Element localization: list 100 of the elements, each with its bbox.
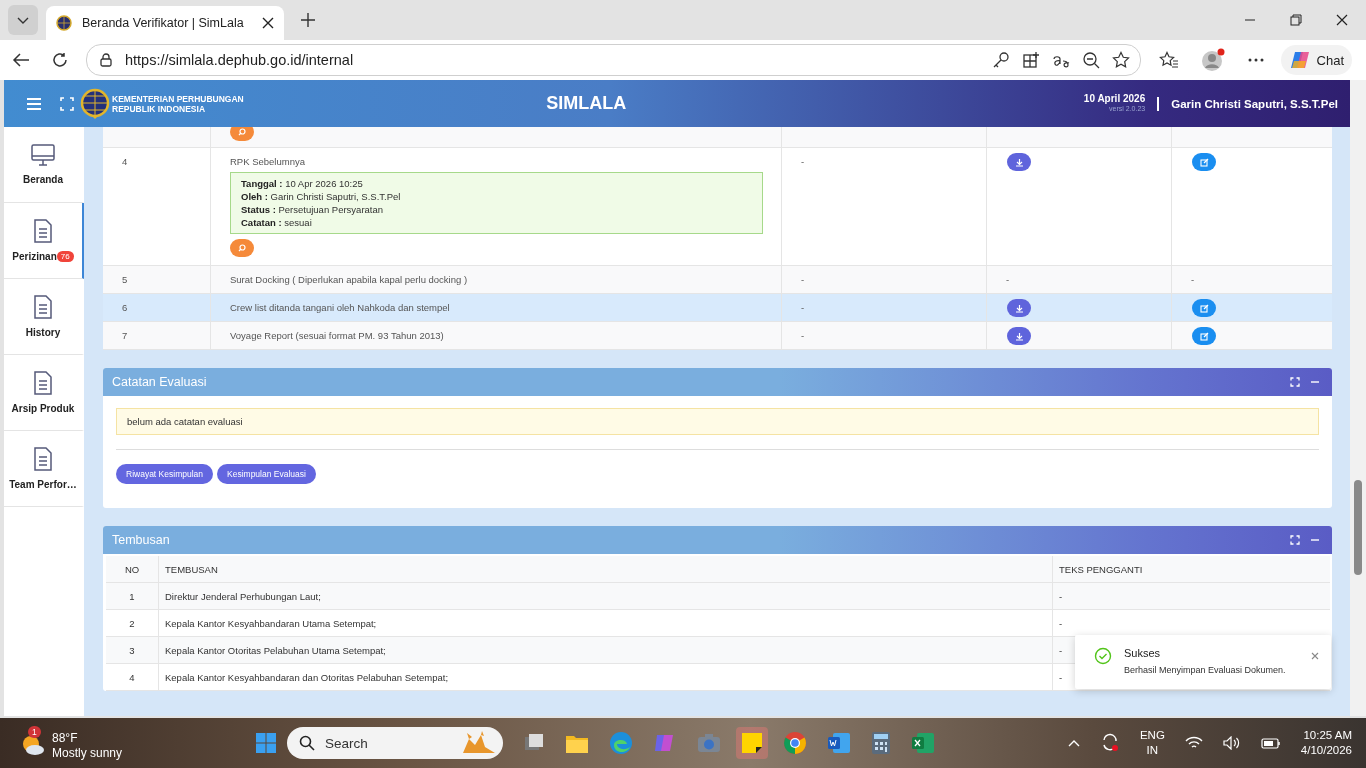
chevron-up-icon[interactable] [1067, 739, 1080, 747]
header-date: 10 April 2026 [1083, 93, 1146, 104]
profile-avatar-icon[interactable] [1200, 48, 1225, 72]
user-name: Garin Christi Saputri, S.S.T.Pel [1171, 97, 1338, 110]
download-icon [1014, 157, 1024, 167]
edit-icon [1199, 331, 1209, 341]
detail-line: Status : Persetujuan Persyaratan [241, 204, 385, 215]
menu-icon[interactable] [26, 96, 42, 111]
sidebar-label: Arsip Produk [11, 403, 75, 414]
search-icon [298, 735, 315, 751]
speaker-icon[interactable] [1222, 736, 1241, 750]
document-title: Voyage Report (sesuai format PM. 93 Tahun 2013) [230, 330, 444, 341]
table-cell: 4 [129, 671, 135, 683]
globe-logo-icon [56, 15, 72, 31]
search-field[interactable]: Search [286, 727, 503, 759]
check-circle-icon [1094, 647, 1112, 665]
calculator-icon[interactable] [870, 731, 891, 755]
apps-icon[interactable] [1021, 51, 1040, 69]
document-icon [33, 219, 53, 243]
favorites-icon[interactable] [1158, 51, 1179, 69]
row-number: 5 [122, 274, 128, 285]
count-badge: 76 [56, 251, 74, 262]
table-cell: - [801, 274, 805, 285]
table-cell: - [1006, 274, 1010, 285]
sticky-notes-icon[interactable] [735, 727, 768, 759]
edit-icon [1199, 303, 1209, 313]
panel-title: Catatan Evaluasi [112, 375, 207, 389]
view-button[interactable] [230, 239, 254, 257]
zoom-out-icon[interactable] [1081, 51, 1100, 69]
table-cell: - [1059, 671, 1063, 683]
document-icon [33, 295, 53, 319]
edit-button[interactable] [1192, 153, 1216, 171]
document-title: Surat Docking ( Diperlukan apabila kapal perlu docking ) [230, 274, 468, 285]
table-cell: Kepala Kantor Kesyahbandaran Utama Setempat; [165, 617, 377, 629]
sidebar-label: Perizinan [12, 251, 57, 262]
evaluation-note: belum ada catatan evaluasi [116, 408, 1319, 435]
detail-line: Tanggal : 10 Apr 2026 10:25 [241, 178, 364, 189]
row-number: 6 [122, 302, 128, 313]
table-cell: - [801, 302, 805, 313]
download-button[interactable] [1007, 327, 1031, 345]
word-icon[interactable] [826, 732, 851, 754]
close-icon[interactable] [262, 17, 274, 29]
language-indicator[interactable]: ENG IN [1139, 728, 1165, 758]
wifi-icon[interactable] [1184, 736, 1203, 750]
table-cell: - [1059, 644, 1063, 656]
windows-start-icon[interactable] [254, 732, 277, 754]
battery-icon[interactable] [1260, 736, 1281, 750]
reload-icon[interactable] [52, 52, 68, 68]
browser-tab[interactable]: Beranda Verifikator | SimLala [46, 6, 284, 40]
row-number: 4 [122, 156, 128, 167]
scrollbar[interactable] [1350, 80, 1366, 716]
restore-icon[interactable] [1290, 14, 1302, 26]
emblem-logo-icon [80, 87, 110, 120]
more-icon[interactable] [1246, 57, 1265, 63]
clock[interactable]: 10:25 AM 4/10/2026 [1300, 728, 1352, 758]
row-number: 7 [122, 330, 128, 341]
chat-button[interactable]: Chat [1280, 45, 1352, 75]
table-cell: - [801, 156, 805, 167]
document-title: RPK Sebelumnya [230, 156, 305, 167]
action-button[interactable]: Kesimpulan Evaluasi [217, 464, 316, 484]
weather-widget[interactable]: 1 88°F Mostly sunny [20, 723, 123, 763]
excel-icon[interactable] [910, 732, 935, 754]
copilot-logo-icon [1288, 49, 1311, 71]
edit-button[interactable] [1192, 327, 1216, 345]
document-icon [33, 371, 53, 395]
search-icon [238, 128, 246, 136]
table-cell: 2 [129, 617, 135, 629]
edit-button[interactable] [1192, 299, 1216, 317]
detail-line: Catatan : sesuai [241, 217, 313, 228]
document-title: Crew list ditanda tangani oleh Nahkoda dan stempel [230, 302, 450, 313]
document-icon [33, 447, 53, 471]
action-button[interactable]: Riwayat Kesimpulan [116, 464, 213, 484]
download-icon [1014, 331, 1024, 341]
table-cell: Kepala Kantor Otoritas Pelabuhan Utama Setempat; [165, 644, 386, 656]
table-cell: 1 [129, 590, 135, 602]
new-tab-icon[interactable] [300, 12, 316, 28]
fullscreen-icon[interactable] [1290, 535, 1300, 545]
address-field[interactable]: https://simlala.dephub.go.id/internal [86, 44, 1141, 76]
tab-list-button[interactable] [8, 5, 38, 35]
sidebar-label: Team Perfor… [9, 479, 77, 490]
fullscreen-icon[interactable] [1290, 377, 1300, 387]
chrome-icon[interactable] [782, 731, 807, 755]
star-icon[interactable] [1111, 51, 1130, 69]
close-icon[interactable] [1336, 14, 1348, 26]
table-cell: - [1059, 590, 1063, 602]
key-icon[interactable] [991, 51, 1010, 69]
back-icon[interactable] [12, 52, 30, 68]
sidebar-label: Beranda [23, 174, 63, 185]
edge-browser-icon[interactable] [608, 731, 633, 755]
fullscreen-icon[interactable] [60, 96, 74, 111]
table-cell: 3 [129, 644, 135, 656]
table-cell: - [801, 330, 805, 341]
download-button[interactable] [1007, 153, 1031, 171]
toast-title: Sukses [1124, 647, 1162, 659]
table-cell: - [1059, 617, 1063, 629]
monitor-icon [31, 144, 55, 166]
sidebar-label: History [25, 327, 61, 338]
column-header: TEMBUSAN [165, 563, 218, 575]
column-header: TEKS PENGGANTI [1059, 563, 1143, 575]
download-button[interactable] [1007, 299, 1031, 317]
